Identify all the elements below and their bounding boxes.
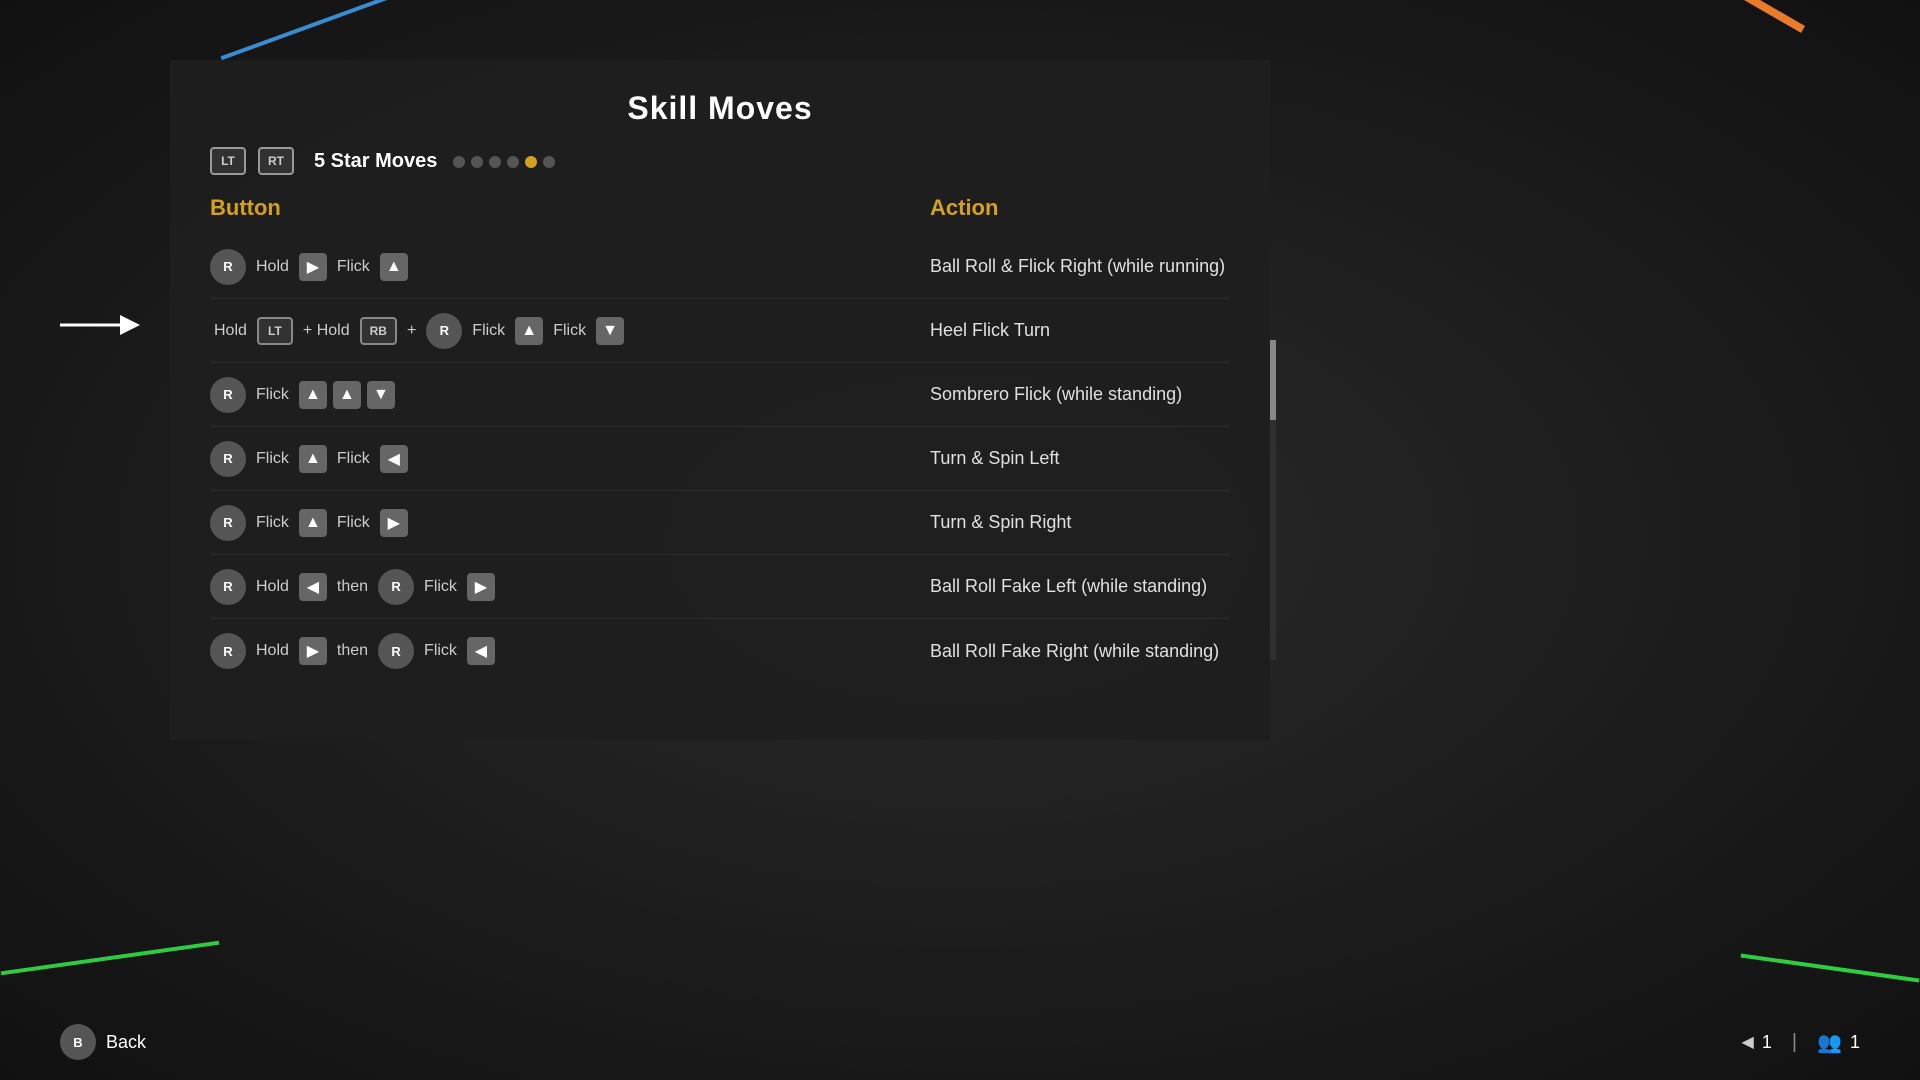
move-row-1: R Hold ▶ Flick ▲ Ball Roll & Flick Right (whi… bbox=[210, 235, 1230, 299]
arrow-right-5-4: ▶ bbox=[380, 509, 408, 537]
word-3-1: Flick bbox=[256, 386, 289, 404]
word-1-1: Hold bbox=[256, 258, 289, 276]
arrow-left-6-2: ◀ bbox=[299, 573, 327, 601]
move-action-1: Ball Roll & Flick Right (while running) bbox=[930, 256, 1230, 277]
arrow-up-3-2: ▲ bbox=[299, 381, 327, 409]
column-action-header: Action bbox=[930, 195, 1230, 221]
scrollbar[interactable] bbox=[1270, 340, 1276, 660]
move-action-2: Heel Flick Turn bbox=[930, 320, 1230, 341]
dot-5-active bbox=[525, 156, 537, 168]
move-row-4: R Flick ▲ Flick ◀ Turn & Spin Left bbox=[210, 427, 1230, 491]
word-2-6: Flick bbox=[472, 322, 505, 340]
move-button-area-1: R Hold ▶ Flick ▲ bbox=[210, 249, 930, 285]
arrow-left-7-6: ◀ bbox=[467, 637, 495, 665]
page-title: Skill Moves bbox=[210, 90, 1230, 127]
back-button[interactable]: B Back bbox=[60, 1024, 146, 1060]
circle-btn-5-0: R bbox=[210, 505, 246, 541]
dot-1 bbox=[453, 156, 465, 168]
circle-btn-1-0: R bbox=[210, 249, 246, 285]
bottom-right-info: ◀ 1 | 👥 1 bbox=[1742, 1030, 1860, 1055]
bottom-bar: B Back ◀ 1 | 👥 1 bbox=[60, 1024, 1860, 1060]
move-row-5: R Flick ▲ Flick ▶ Turn & Spin Right bbox=[210, 491, 1230, 555]
word-2-8: Flick bbox=[553, 322, 586, 340]
page-left-arrow: ◀ bbox=[1742, 1032, 1754, 1052]
word-4-1: Flick bbox=[256, 450, 289, 468]
rect-btn-2-3: RB bbox=[360, 317, 397, 345]
word-2-4: + bbox=[407, 322, 416, 340]
word-6-1: Hold bbox=[256, 578, 289, 596]
move-row-7: R Hold ▶ then R Flick ◀ Ball Roll Fake Right (w… bbox=[210, 619, 1230, 683]
moves-list: R Hold ▶ Flick ▲ Ball Roll & Flick Right (whi… bbox=[210, 235, 1230, 683]
separator: | bbox=[1792, 1031, 1797, 1054]
circle-btn-3-0: R bbox=[210, 377, 246, 413]
word-7-5: Flick bbox=[424, 642, 457, 660]
arrow-up-2-7: ▲ bbox=[515, 317, 543, 345]
selection-arrow-indicator bbox=[60, 310, 140, 340]
arrow-up-4-2: ▲ bbox=[299, 445, 327, 473]
move-row-2: Hold LT + Hold RB + R Flick ▲ Flick ▼ Heel Flick T… bbox=[210, 299, 1230, 363]
move-action-7: Ball Roll Fake Right (while standing) bbox=[930, 641, 1230, 662]
move-button-area-3: RFlick▲▲▼ bbox=[210, 377, 930, 413]
arrow-right-1-2: ▶ bbox=[299, 253, 327, 281]
circle-btn-4-0: R bbox=[210, 441, 246, 477]
word-1-3: Flick bbox=[337, 258, 370, 276]
dot-4 bbox=[507, 156, 519, 168]
arrow-up-1-4: ▲ bbox=[380, 253, 408, 281]
word-7-1: Hold bbox=[256, 642, 289, 660]
word-7-3: then bbox=[337, 642, 368, 660]
circle-btn-7-4: R bbox=[378, 633, 414, 669]
word-6-5: Flick bbox=[424, 578, 457, 596]
lt-badge: LT bbox=[210, 147, 246, 175]
users-icon: 👥 bbox=[1817, 1030, 1842, 1055]
dot-6 bbox=[543, 156, 555, 168]
dot-2 bbox=[471, 156, 483, 168]
back-label: Back bbox=[106, 1032, 146, 1053]
word-2-0: Hold bbox=[214, 322, 247, 340]
circle-btn-7-0: R bbox=[210, 633, 246, 669]
arrow-down-2-9: ▼ bbox=[596, 317, 624, 345]
users-number: 1 bbox=[1850, 1032, 1860, 1053]
word-4-3: Flick bbox=[337, 450, 370, 468]
b-button-circle: B bbox=[60, 1024, 96, 1060]
tab-title: 5 Star Moves bbox=[314, 150, 437, 173]
move-button-area-2: Hold LT + Hold RB + R Flick ▲ Flick ▼ bbox=[210, 313, 930, 349]
arrow-right-7-2: ▶ bbox=[299, 637, 327, 665]
move-button-area-6: R Hold ◀ then R Flick ▶ bbox=[210, 569, 930, 605]
word-5-3: Flick bbox=[337, 514, 370, 532]
word-2-2: + Hold bbox=[303, 322, 350, 340]
dot-3 bbox=[489, 156, 501, 168]
scrollbar-thumb[interactable] bbox=[1270, 340, 1276, 420]
move-row-3: RFlick▲▲▼Sombrero Flick (while standing) bbox=[210, 363, 1230, 427]
rt-badge: RT bbox=[258, 147, 294, 175]
move-button-area-5: R Flick ▲ Flick ▶ bbox=[210, 505, 930, 541]
word-5-1: Flick bbox=[256, 514, 289, 532]
circle-btn-6-0: R bbox=[210, 569, 246, 605]
move-row-6: R Hold ◀ then R Flick ▶ Ball Roll Fake Left (wh… bbox=[210, 555, 1230, 619]
move-button-area-4: R Flick ▲ Flick ◀ bbox=[210, 441, 930, 477]
rect-btn-2-1: LT bbox=[257, 317, 293, 345]
circle-btn-6-4: R bbox=[378, 569, 414, 605]
move-action-3: Sombrero Flick (while standing) bbox=[930, 384, 1230, 405]
arrow-up-3-3: ▲ bbox=[333, 381, 361, 409]
main-panel: Skill Moves LT RT 5 Star Moves Button Ac… bbox=[170, 60, 1270, 740]
tab-header: LT RT 5 Star Moves bbox=[210, 147, 1230, 175]
move-action-6: Ball Roll Fake Left (while standing) bbox=[930, 576, 1230, 597]
move-action-5: Turn & Spin Right bbox=[930, 512, 1230, 533]
move-action-4: Turn & Spin Left bbox=[930, 448, 1230, 469]
arrow-up-5-2: ▲ bbox=[299, 509, 327, 537]
users-count: 👥 1 bbox=[1817, 1030, 1860, 1055]
move-button-area-7: R Hold ▶ then R Flick ◀ bbox=[210, 633, 930, 669]
arrow-down-3-4: ▼ bbox=[367, 381, 395, 409]
page-number: ◀ 1 bbox=[1742, 1032, 1772, 1053]
column-button-header: Button bbox=[210, 195, 930, 221]
arrow-right-6-6: ▶ bbox=[467, 573, 495, 601]
columns-header: Button Action bbox=[210, 195, 1230, 221]
dot-indicators bbox=[453, 156, 555, 168]
circle-btn-2-5: R bbox=[426, 313, 462, 349]
word-6-3: then bbox=[337, 578, 368, 596]
page-current: 1 bbox=[1762, 1032, 1772, 1053]
arrow-left-4-4: ◀ bbox=[380, 445, 408, 473]
